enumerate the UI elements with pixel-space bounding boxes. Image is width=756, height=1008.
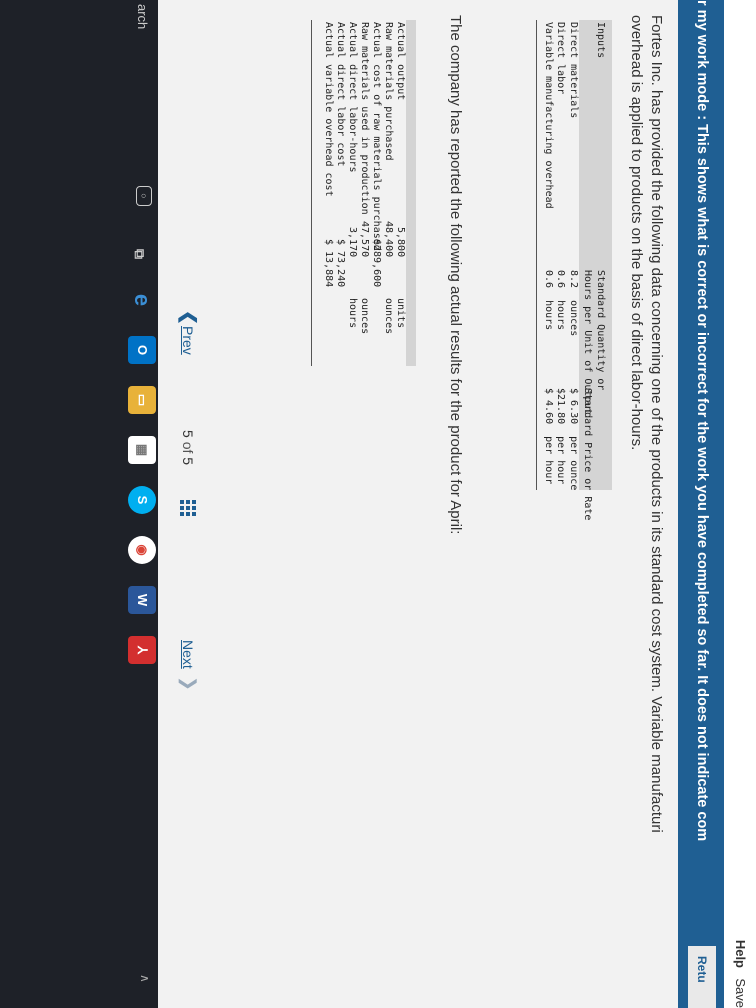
actual-label: Actual direct labor-hours [347, 22, 358, 173]
os-taskbar: arch ○ ⧉ e O ▭ ▦ S ◉ W ⅄ ∧ [0, 0, 158, 1008]
actual-value: 3,170 [347, 227, 358, 258]
header-inputs: Inputs [595, 22, 606, 59]
current-page: 5 [180, 430, 196, 438]
taskbar-search[interactable]: arch [120, 4, 150, 64]
row-price: $21.80 per hour [555, 388, 567, 485]
actual-unit: ounces [383, 298, 394, 335]
chevron-right-icon[interactable]: ❯ [178, 676, 199, 691]
outlook-icon[interactable]: O [128, 336, 156, 364]
actual-label: Actual direct labor cost [335, 22, 346, 167]
next-button[interactable]: Next [180, 640, 196, 669]
intro-line-1: Fortes Inc. has provided the following d… [648, 15, 665, 833]
edge-icon[interactable]: e [128, 286, 156, 314]
header-price: Standard Price or Rate [582, 388, 593, 521]
actual-unit: hours [347, 298, 358, 329]
table-row: Raw materials purchased 48,400 ounces [382, 20, 394, 366]
actual-value: $289,600 [371, 239, 382, 288]
total-pages: 5 [180, 457, 196, 466]
grid-icon[interactable] [180, 500, 196, 516]
actual-label: Actual variable overhead cost [323, 22, 334, 197]
row-input: Direct materials [568, 22, 579, 119]
actual-value: $ 73,240 [335, 239, 346, 288]
row-price: $ 6.30 per ounce [568, 388, 579, 491]
actual-value: 48,400 [383, 221, 394, 258]
file-explorer-icon[interactable]: ▭ [128, 386, 156, 414]
row-qty: 8.2 ounces [568, 270, 579, 337]
banner-text: r my work mode : This shows what is corr… [694, 0, 710, 842]
task-view-icon[interactable]: ⧉ [126, 240, 154, 268]
table-row: Direct materials 8.2 ounces $ 6.30 per o… [567, 20, 579, 491]
page-position: 5 of 5 [180, 430, 196, 465]
cortana-icon[interactable]: ○ [136, 186, 152, 206]
table-row: Direct labor 0.6 hours $21.80 per hour [554, 20, 567, 490]
table-rule [311, 20, 322, 366]
header-qty-line1: Standard Quantity or [595, 270, 606, 391]
table-row: Actual cost of raw materials purchased $… [370, 20, 382, 366]
page-of: of [180, 441, 196, 454]
actual-unit: ounces [359, 298, 370, 335]
row-input: Variable manufacturing overhead [543, 22, 554, 209]
intro-line-2: overhead is applied to products on the b… [628, 15, 645, 451]
table-row: Actual direct labor cost $ 73,240 [334, 20, 346, 366]
return-button[interactable]: Retu [688, 946, 716, 1008]
table-row: Actual output 5,800 units [394, 20, 406, 366]
question-pager: ❮ Prev 5 of 5 Next ❯ [172, 0, 200, 1008]
table-row: Actual direct labor-hours 3,170 hours [346, 20, 358, 366]
actual-unit: units [395, 298, 406, 329]
actual-label: Raw materials purchased [383, 22, 394, 161]
table-row: Variable manufacturing overhead 0.6 hour… [542, 20, 554, 490]
header-qty-line2: Hours per Unit of Output [582, 270, 593, 415]
actual-value: $ 13,884 [323, 239, 334, 288]
acrobat-icon[interactable]: ⅄ [128, 636, 156, 664]
standards-table: Inputs Standard Quantity or Hours per Un… [536, 20, 612, 520]
actual-results-text: The company has reported the following a… [447, 15, 464, 535]
chrome-icon[interactable]: ◉ [128, 536, 156, 564]
actuals-table-header [406, 20, 416, 366]
screen: Help Save r my work mode : This shows wh… [0, 0, 756, 1008]
actual-value: 5,800 [395, 227, 406, 258]
prev-button[interactable]: Prev [180, 326, 196, 355]
store-icon[interactable]: ▦ [128, 436, 156, 464]
actual-label: Raw materials used in production [359, 22, 370, 215]
chevron-left-icon[interactable]: ❮ [178, 310, 199, 325]
actuals-table: Actual output 5,800 units Raw materials … [311, 20, 416, 366]
top-bar: Help Save [723, 0, 756, 1008]
row-price: $ 4.60 per hour [543, 388, 554, 485]
save-link[interactable]: Save [733, 978, 748, 1008]
row-input: Direct labor [555, 22, 567, 95]
intro-text: Fortes Inc. has provided the following d… [626, 15, 666, 1008]
word-icon[interactable]: W [128, 586, 156, 614]
actual-value: 47,570 [359, 221, 370, 258]
question-content: Fortes Inc. has provided the following d… [158, 0, 678, 1008]
row-qty: 0.6 hours [543, 270, 554, 331]
actual-label: Actual output [395, 22, 406, 101]
actual-label: Actual cost of raw materials purchased [371, 22, 382, 251]
review-mode-banner: r my work mode : This shows what is corr… [678, 0, 724, 1008]
tray-chevron-icon[interactable]: ∧ [132, 974, 152, 1004]
table-row: Actual variable overhead cost $ 13,884 [322, 20, 334, 366]
skype-icon[interactable]: S [128, 486, 156, 514]
table-row: Raw materials used in production 47,570 … [358, 20, 370, 366]
row-qty: 0.6 hours [555, 270, 567, 331]
help-link[interactable]: Help [733, 940, 748, 968]
standards-table-header: Inputs Standard Quantity or Hours per Un… [579, 20, 612, 520]
